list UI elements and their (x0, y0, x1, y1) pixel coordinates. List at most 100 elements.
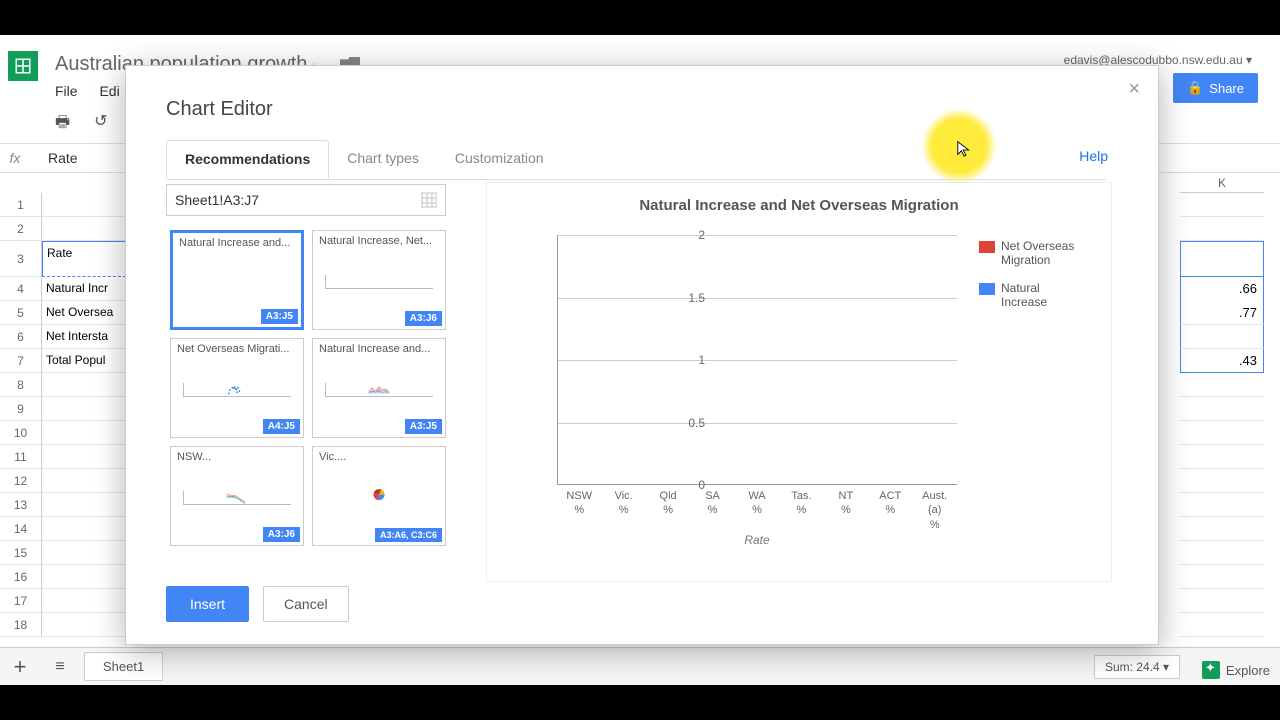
y-tick: 0.5 (688, 416, 705, 430)
select-range-icon[interactable] (421, 192, 437, 208)
x-axis-labels: NSW%Vic.%Qld%SA%WA%Tas.%NT%ACT%Aust.(a)% (557, 489, 957, 532)
explore-icon (1202, 661, 1220, 679)
x-label: NSW% (559, 489, 599, 532)
cell[interactable] (42, 373, 126, 397)
cell[interactable]: .43 (1180, 349, 1264, 373)
close-icon[interactable]: × (1128, 78, 1140, 101)
row-header[interactable]: 13 (0, 493, 42, 517)
cell[interactable] (1180, 445, 1264, 469)
cancel-button[interactable]: Cancel (263, 586, 349, 622)
row-header[interactable]: 2 (0, 217, 42, 241)
cell[interactable] (1180, 541, 1264, 565)
explore-button[interactable]: Explore (1202, 661, 1270, 679)
fx-value[interactable]: Rate (30, 150, 78, 166)
row-header[interactable]: 1 (0, 193, 42, 217)
row-header[interactable]: 11 (0, 445, 42, 469)
cell[interactable] (1180, 241, 1264, 277)
cell[interactable] (1180, 469, 1264, 493)
share-button[interactable]: 🔒 Share (1173, 73, 1258, 103)
cell[interactable]: .77 (1180, 301, 1264, 325)
row-header[interactable]: 14 (0, 517, 42, 541)
y-tick: 1 (698, 353, 705, 367)
chart-preview: Natural Increase and Net Overseas Migrat… (486, 182, 1112, 582)
cell[interactable] (1180, 217, 1264, 241)
chart-thumbnail[interactable]: Net Overseas Migrati...A4:J5 (170, 338, 304, 438)
row-header[interactable]: 16 (0, 565, 42, 589)
cell[interactable] (42, 565, 126, 589)
chart-thumbnail[interactable]: Natural Increase and...A3:J5 (312, 338, 446, 438)
tab-customization[interactable]: Customization (437, 140, 562, 179)
cell[interactable] (42, 517, 126, 541)
row-header[interactable]: 8 (0, 373, 42, 397)
y-tick: 1.5 (688, 291, 705, 305)
all-sheets-button[interactable]: ≡ (40, 658, 80, 676)
row-header[interactable]: 17 (0, 589, 42, 613)
cell[interactable] (1180, 325, 1264, 349)
tab-recommendations[interactable]: Recommendations (166, 140, 329, 179)
insert-button[interactable]: Insert (166, 586, 249, 622)
cell[interactable] (42, 469, 126, 493)
x-label: WA% (737, 489, 777, 532)
thumbnail-range-badge: A3:J6 (263, 527, 300, 542)
bottom-bar: + ≡ Sheet1 Sum: 24.4 ▾ Explore (0, 647, 1280, 685)
thumbnail-label: Net Overseas Migrati... (177, 343, 297, 355)
cell[interactable] (1180, 517, 1264, 541)
add-sheet-button[interactable]: + (0, 654, 40, 680)
row-header[interactable]: 9 (0, 397, 42, 421)
cell[interactable] (1180, 493, 1264, 517)
undo-icon[interactable]: ↺ (94, 111, 107, 138)
cell[interactable] (1180, 613, 1264, 637)
row-header[interactable]: 15 (0, 541, 42, 565)
row-header[interactable]: 5 (0, 301, 42, 325)
cell[interactable]: Rate (42, 241, 126, 277)
chart-thumbnail[interactable]: Natural Increase and...A3:J5 (170, 230, 304, 330)
thumbnail-label: Natural Increase, Net... (319, 235, 439, 247)
row-header[interactable]: 4 (0, 277, 42, 301)
cell[interactable]: Net Intersta (42, 325, 126, 349)
x-label: Aust.(a)% (915, 489, 955, 532)
print-icon[interactable]: 🖶 (55, 111, 70, 138)
cell[interactable] (1180, 397, 1264, 421)
tab-chart-types[interactable]: Chart types (329, 140, 437, 179)
data-range-input[interactable] (175, 192, 421, 208)
cell[interactable] (42, 193, 126, 217)
y-tick: 0 (698, 478, 705, 492)
chart-thumbnail[interactable]: NSW...A3:J6 (170, 446, 304, 546)
chart-thumbnail[interactable]: Vic....A3:A6, C3:C6 (312, 446, 446, 546)
cells-column-a: RateNatural IncrNet OverseaNet InterstaT… (42, 193, 126, 637)
cell[interactable] (1180, 193, 1264, 217)
row-header[interactable]: 10 (0, 421, 42, 445)
cell[interactable] (42, 445, 126, 469)
y-tick: 2 (698, 228, 705, 242)
cell[interactable]: .66 (1180, 277, 1264, 301)
cell[interactable] (42, 217, 126, 241)
row-header[interactable]: 3 (0, 241, 42, 277)
cell[interactable]: Total Popul (42, 349, 126, 373)
cell[interactable]: Natural Incr (42, 277, 126, 301)
chart-thumbnail[interactable]: Natural Increase, Net...A3:J6 (312, 230, 446, 330)
cell[interactable] (42, 397, 126, 421)
cell[interactable] (42, 493, 126, 517)
menu-edit[interactable]: Edi (99, 83, 119, 99)
sheet-tab[interactable]: Sheet1 (84, 652, 163, 681)
row-header[interactable]: 7 (0, 349, 42, 373)
share-label: Share (1209, 81, 1244, 96)
cell[interactable] (1180, 421, 1264, 445)
legend-swatch-blue (979, 283, 995, 295)
row-header[interactable]: 18 (0, 613, 42, 637)
cell[interactable] (42, 589, 126, 613)
cell[interactable]: Net Oversea (42, 301, 126, 325)
cell[interactable] (1180, 373, 1264, 397)
cell[interactable] (1180, 589, 1264, 613)
cell[interactable] (42, 421, 126, 445)
legend-item-migration: Net Overseas Migration (979, 239, 1089, 267)
cell[interactable] (1180, 565, 1264, 589)
row-header[interactable]: 6 (0, 325, 42, 349)
cell[interactable] (42, 541, 126, 565)
column-header-k[interactable]: K (1180, 173, 1264, 193)
menu-file[interactable]: File (55, 83, 78, 99)
sum-display[interactable]: Sum: 24.4 ▾ (1094, 655, 1180, 679)
cell[interactable] (42, 613, 126, 637)
data-range-box[interactable] (166, 184, 446, 216)
row-header[interactable]: 12 (0, 469, 42, 493)
